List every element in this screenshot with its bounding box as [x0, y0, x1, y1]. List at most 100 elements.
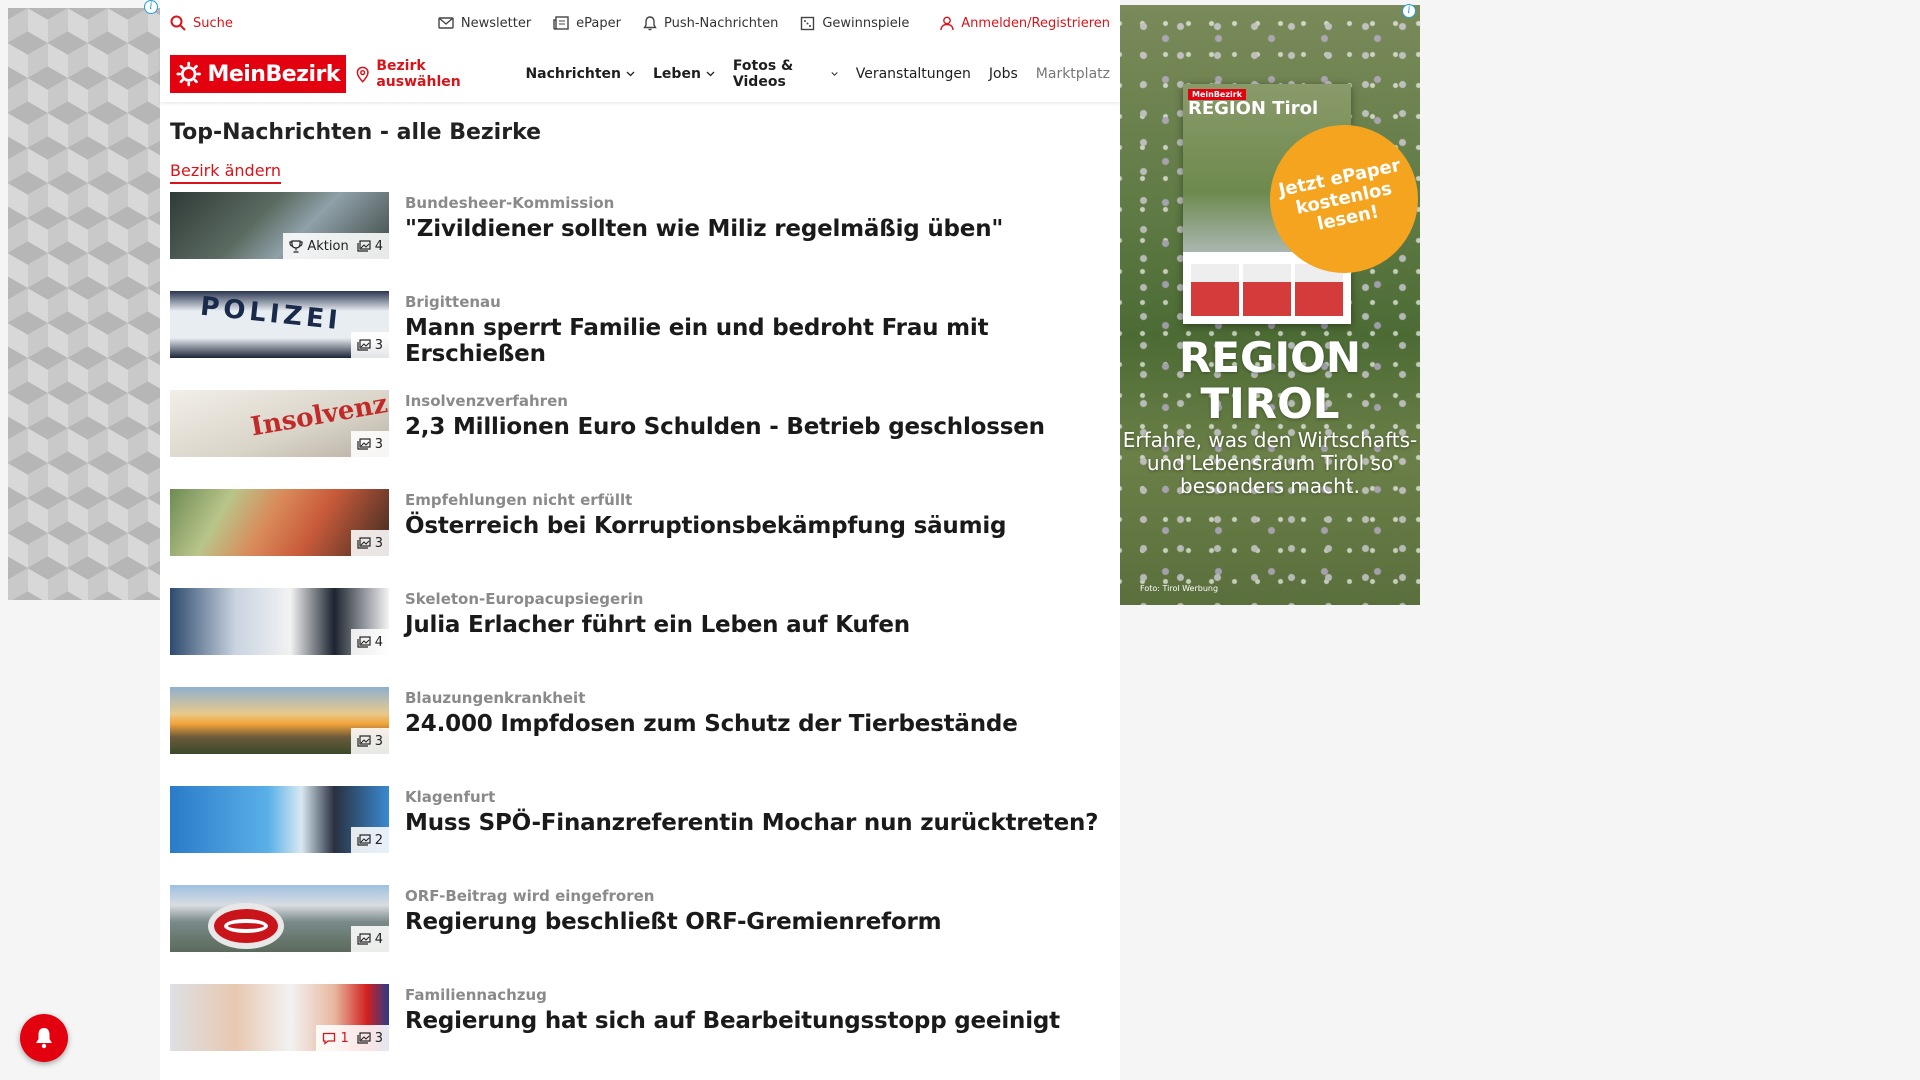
ad-brand-line2: TIROL [1200, 379, 1340, 429]
media-badge: 3 [350, 728, 389, 754]
article-item[interactable]: POLIZEI 3 Brigittenau Mann sperrt Famili… [170, 291, 1110, 390]
top-utility-bar: Suche Newsletter ePaper Push-Nachrichten… [160, 0, 1120, 46]
image-gallery-icon [357, 735, 371, 747]
article-kicker: Bundesheer-Kommission [405, 194, 615, 212]
article-headline[interactable]: Regierung beschließt ORF-Gremienreform [405, 909, 942, 935]
article-headline[interactable]: 24.000 Impfdosen zum Schutz der Tierbest… [405, 711, 1018, 737]
nav-item-label: Nachrichten [525, 66, 622, 82]
image-gallery-icon [357, 240, 371, 252]
image-gallery-icon [357, 933, 371, 945]
article-thumbnail[interactable]: 1 3 [170, 984, 389, 1051]
article-thumbnail[interactable]: 3 [170, 489, 389, 556]
chevron-down-icon [831, 72, 838, 76]
article-headline[interactable]: Österreich bei Korruptionsbekämpfung säu… [405, 513, 1006, 539]
photo-count: 3 [374, 535, 383, 551]
article-headline[interactable]: "Zivildiener sollten wie Miliz regelmäßi… [405, 216, 1003, 242]
article-item[interactable]: 2 Klagenfurt Muss SPÖ-Finanzreferentin M… [170, 786, 1110, 885]
media-badge: 2 [350, 827, 389, 853]
article-thumbnail[interactable]: Aktion 4 [170, 192, 389, 259]
article-item[interactable]: 3 Blauzungenkrankheit 24.000 Impfdosen z… [170, 687, 1110, 786]
nav-item-veranstaltungen[interactable]: Veranstaltungen [856, 66, 971, 82]
nav-item-nachrichten[interactable]: Nachrichten [525, 66, 635, 82]
article-thumbnail[interactable]: 3 [170, 687, 389, 754]
trophy-icon [289, 239, 303, 253]
nav-item-label: Fotos & Videos [732, 58, 794, 90]
search-label: Suche [193, 15, 233, 31]
media-badge: Aktion 4 [283, 233, 389, 259]
ad-magazine-title: REGION Tirol [1188, 98, 1319, 119]
media-badge: 3 [350, 431, 389, 457]
article-headline[interactable]: 2,3 Millionen Euro Schulden - Betrieb ge… [405, 414, 1045, 440]
article-item[interactable]: 1 3 Familiennachzug Regierung hat sich a… [170, 984, 1110, 1080]
article-thumbnail[interactable]: POLIZEI 3 [170, 291, 389, 358]
nav-item-jobs[interactable]: Jobs [989, 66, 1018, 82]
bezirk-select-button[interactable]: Bezirk auswählen [356, 58, 508, 90]
article-kicker: Skeleton-Europacupsiegerin [405, 590, 644, 608]
comment-icon [323, 1032, 336, 1045]
article-kicker: Empfehlungen nicht erfüllt [405, 491, 633, 509]
article-kicker: Blauzungenkrankheit [405, 689, 586, 707]
nav-item-label: Jobs [988, 66, 1018, 82]
media-badge: 4 [350, 926, 389, 952]
media-badge: 3 [350, 530, 389, 556]
nav-item-label: Veranstaltungen [855, 66, 971, 82]
image-gallery-icon [357, 636, 371, 648]
ad-tagline: Erfahre, was den Wirtschafts- und Lebens… [1122, 428, 1418, 498]
newsletter-link[interactable]: Newsletter [438, 16, 531, 31]
article-kicker: Brigittenau [405, 293, 501, 311]
article-thumbnail[interactable]: 4 [170, 885, 389, 952]
logo-sun-icon [176, 61, 201, 87]
site-logo[interactable]: MeinBezirk [170, 55, 346, 93]
logo-text: MeinBezirk [207, 61, 340, 87]
article-item[interactable]: 4 Skeleton-Europacupsiegerin Julia Erlac… [170, 588, 1110, 687]
ad-photo-credit: Foto: Tirol Werbung [1140, 584, 1219, 593]
article-headline[interactable]: Mann sperrt Familie ein und bedroht Frau… [405, 315, 1110, 367]
article-thumbnail[interactable]: Insolvenz. 3 [170, 390, 389, 457]
epaper-link[interactable]: ePaper [553, 16, 621, 31]
nav-item-marktplatz[interactable]: Marktplatz [1036, 66, 1110, 82]
page-title: Top-Nachrichten - alle Bezirke [170, 120, 542, 145]
article-headline[interactable]: Julia Erlacher führt ein Leben auf Kufen [405, 612, 910, 638]
photo-count: 3 [374, 436, 383, 452]
article-headline[interactable]: Muss SPÖ-Finanzreferentin Mochar nun zur… [405, 810, 1099, 836]
push-notification-button[interactable] [20, 1014, 68, 1062]
photo-count: 3 [374, 733, 383, 749]
ad-info-icon[interactable]: i [1402, 4, 1416, 18]
article-item[interactable]: Aktion 4 Bundesheer-Kommission "Zivildie… [170, 192, 1110, 291]
nav-item-fotos-videos[interactable]: Fotos & Videos [733, 58, 838, 90]
mail-icon [438, 17, 454, 29]
main-navigation: MeinBezirk Bezirk auswählen Nachrichten … [160, 46, 1120, 102]
left-skyscraper-ad[interactable] [8, 8, 160, 600]
epaper-label: ePaper [576, 15, 621, 31]
ad-brand-line1: REGION [1179, 333, 1361, 382]
article-list-section: Top-Nachrichten - alle Bezirke Bezirk än… [160, 102, 1120, 1080]
image-gallery-icon [357, 537, 371, 549]
article-item[interactable]: 3 Empfehlungen nicht erfüllt Österreich … [170, 489, 1110, 588]
push-link[interactable]: Push-Nachrichten [643, 16, 778, 31]
bell-icon [643, 15, 657, 30]
chevron-down-icon [626, 71, 635, 77]
photo-count: 4 [374, 634, 383, 650]
bell-icon [36, 1028, 52, 1049]
article-item[interactable]: 4 ORF-Beitrag wird eingefroren Regierung… [170, 885, 1110, 984]
article-item[interactable]: Insolvenz. 3 Insolvenzverfahren 2,3 Mill… [170, 390, 1110, 489]
article-kicker: ORF-Beitrag wird eingefroren [405, 887, 655, 905]
search-link[interactable]: Suche [170, 15, 233, 31]
login-label: Anmelden/Registrieren [961, 15, 1110, 31]
article-thumbnail[interactable]: 2 [170, 786, 389, 853]
photo-count: 3 [374, 337, 383, 353]
article-headline[interactable]: Regierung hat sich auf Bearbeitungsstopp… [405, 1008, 1060, 1034]
nav-item-label: Leben [653, 66, 701, 82]
ad-info-icon[interactable]: i [144, 0, 158, 14]
push-label: Push-Nachrichten [664, 15, 779, 31]
action-label: Aktion [307, 238, 349, 254]
nav-item-leben[interactable]: Leben [653, 66, 715, 82]
change-bezirk-link[interactable]: Bezirk ändern [170, 161, 281, 184]
right-skyscraper-ad[interactable]: MeinBezirk REGION Tirol Jetzt ePaper kos… [1120, 5, 1420, 605]
nav-item-label: Marktplatz [1035, 66, 1110, 82]
gewinnspiele-link[interactable]: Gewinnspiele [800, 16, 909, 31]
bezirk-select-label: Bezirk auswählen [376, 58, 461, 90]
article-kicker: Klagenfurt [405, 788, 496, 806]
article-thumbnail[interactable]: 4 [170, 588, 389, 655]
login-link[interactable]: Anmelden/Registrieren [940, 16, 1110, 31]
